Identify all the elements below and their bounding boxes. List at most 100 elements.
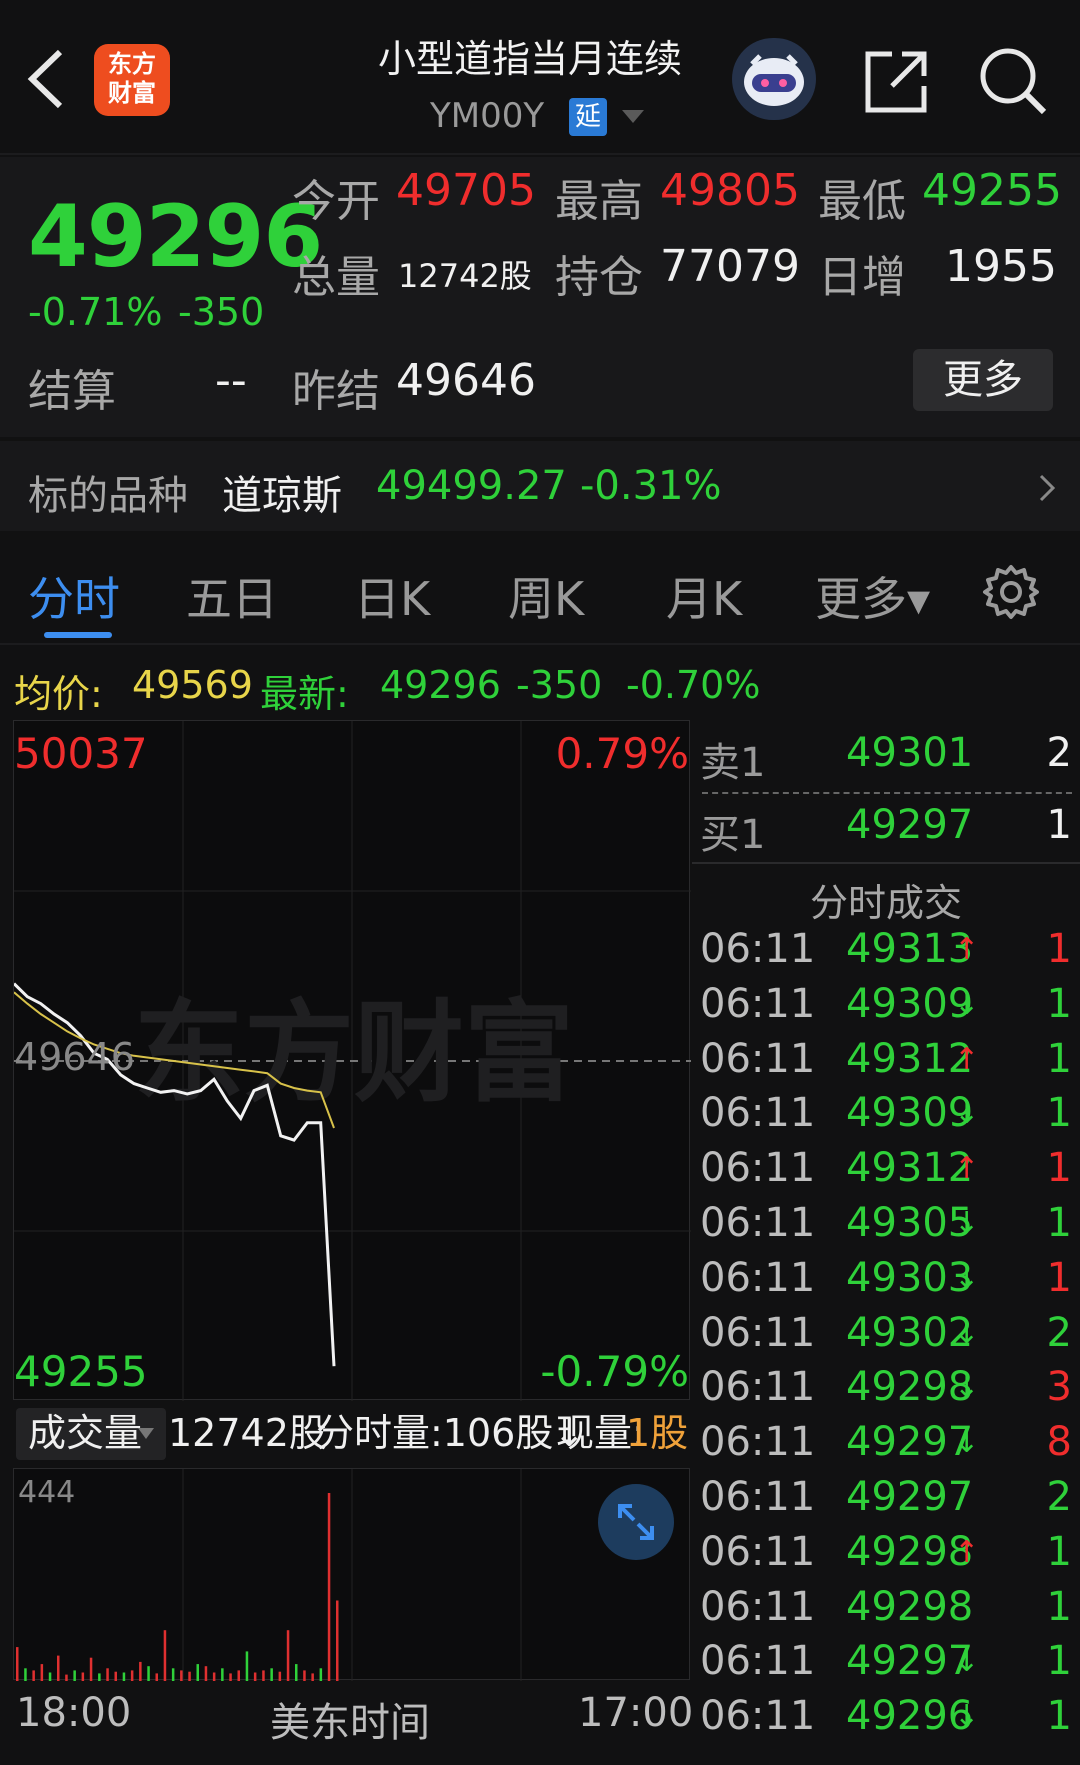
volume-bar [32, 1670, 35, 1681]
bid-price: 49297 [846, 802, 974, 848]
back-arrow-icon[interactable] [22, 44, 72, 114]
tick-qty: 2 [1046, 1474, 1072, 1520]
tick-qty: 2 [1046, 1309, 1072, 1356]
instrument-title: 小型道指当月连续 [377, 37, 682, 81]
app-logo[interactable]: 东方 财富 [94, 44, 170, 116]
volume-bar [180, 1670, 183, 1681]
settle-value: -- [215, 355, 247, 406]
tick-time: 06:11 [700, 1309, 816, 1356]
volume-bar [237, 1670, 240, 1681]
volume-bar [212, 1672, 216, 1681]
tick-volume: 分时量:106股↓ [316, 1411, 586, 1455]
volume-bar [295, 1664, 298, 1681]
volume-bar [270, 1668, 273, 1681]
underlying-name: 道琼斯 [222, 473, 342, 519]
down-arrow-icon: ↓ [954, 1370, 980, 1406]
tick-time: 06:11 [700, 1145, 816, 1192]
down-arrow-icon: ↓ [954, 1644, 980, 1680]
tick-row: 06:11 49297 2 [692, 1474, 1080, 1529]
tab-daily-k[interactable]: 日K [354, 563, 430, 629]
tick-time: 06:11 [700, 1200, 816, 1246]
tick-qty: 1 [1046, 1528, 1072, 1575]
tab-intraday[interactable]: 分时 [28, 563, 120, 629]
latest-percent: -0.70% [626, 663, 761, 707]
average-price-bar: 均价: 49569 最新: 49296 -350 -0.70% [0, 657, 1080, 719]
latest-label: 最新: [260, 672, 349, 716]
tick-qty: 1 [1046, 1035, 1072, 1082]
down-arrow-icon: ↓ [954, 1260, 980, 1296]
volume-bar [221, 1668, 224, 1681]
tick-row: 06:11 49297 ↓ 8 [692, 1419, 1080, 1474]
chevron-right-icon[interactable] [1035, 470, 1059, 506]
up-arrow-icon: ↑ [954, 932, 980, 967]
instrument-symbol[interactable]: YM00Y [430, 96, 544, 136]
down-arrow-icon: ↓ [954, 1699, 980, 1735]
volume-bar [48, 1672, 52, 1681]
tick-qty: 3 [1046, 1364, 1072, 1411]
volume-bar [196, 1664, 199, 1681]
intraday-chart[interactable]: 东方财富 50037 0.79% 49646 49255 -0.79% [13, 720, 691, 1401]
y-top-label: 50037 [14, 729, 148, 778]
tab-more[interactable]: 更多▾ [815, 563, 930, 629]
tab-weekly-k[interactable]: 周K [508, 563, 584, 629]
tick-row: 06:11 49309 ↓ 1 [692, 981, 1080, 1036]
volume-chart[interactable]: 444 [13, 1468, 690, 1681]
volume-bar [319, 1668, 323, 1681]
volume-bar [57, 1655, 60, 1681]
symbol-dropdown-icon[interactable] [622, 110, 644, 123]
volume-bar [130, 1670, 134, 1681]
down-arrow-icon: ↓ [954, 1096, 980, 1132]
bid-row: 买1 49297 1 [692, 792, 1080, 858]
volume-label: 总量 [292, 252, 380, 303]
expand-icon [618, 1504, 654, 1540]
prev-settle-label: 昨结 [292, 366, 380, 417]
delay-badge: 延 [569, 98, 607, 136]
volume-bar [73, 1670, 76, 1681]
up-arrow-icon: ↑ [954, 1151, 980, 1187]
indicator-select-label: 成交量 [28, 1411, 143, 1455]
daily-increase-label: 日增 [818, 252, 906, 303]
expand-chart-button[interactable] [598, 1484, 674, 1560]
time-end: 17:00 [578, 1690, 694, 1736]
robot-assistant-icon[interactable] [732, 38, 816, 120]
down-arrow-icon: ↓ [954, 1425, 980, 1461]
prev-settle-value: 49646 [396, 355, 536, 406]
ask-price: 49301 [846, 730, 974, 776]
volume-bar [286, 1630, 290, 1681]
tick-qty: 1 [1046, 1254, 1072, 1301]
tick-time: 06:11 [700, 1583, 816, 1630]
tick-price: 49298 [846, 1583, 974, 1630]
search-icon[interactable] [976, 44, 1050, 118]
tick-time: 06:11 [700, 926, 816, 972]
tick-qty: 1 [1046, 1200, 1072, 1246]
ask-row: 卖1 49301 2 [692, 720, 1080, 786]
tab-monthly-k[interactable]: 月K [666, 563, 742, 629]
volume-bar [89, 1657, 93, 1681]
share-icon[interactable] [862, 46, 932, 116]
tick-row: 06:11 49302 ↓ 2 [692, 1310, 1080, 1365]
open-label: 今开 [292, 176, 380, 227]
settle-label: 结算 [28, 366, 116, 417]
tick-row: 06:11 49305 ↓ 1 [692, 1200, 1080, 1255]
volume-value: 12742股 [398, 257, 532, 295]
active-tab-indicator [44, 632, 112, 638]
tab-five-day[interactable]: 五日 [186, 563, 278, 629]
avg-label: 均价: [14, 672, 103, 716]
gear-icon[interactable] [982, 563, 1040, 621]
low-value: 49255 [922, 165, 1062, 216]
indicator-dropdown-icon[interactable] [138, 1428, 154, 1440]
tick-time: 06:11 [700, 980, 816, 1027]
tick-qty: 1 [1046, 1583, 1072, 1630]
tick-qty: 1 [1046, 1145, 1072, 1192]
more-button[interactable]: 更多 [913, 349, 1053, 411]
tick-time: 06:11 [700, 1035, 816, 1082]
volume-bar [278, 1671, 282, 1681]
volume-bar [40, 1664, 44, 1681]
pct-top-label: 0.79% [555, 729, 689, 778]
volume-chart-canvas [16, 1469, 522, 1681]
time-start: 18:00 [16, 1690, 132, 1736]
volume-bar [24, 1668, 27, 1681]
underlying-row[interactable]: 标的品种 道琼斯 49499.27 -0.31% [0, 439, 1080, 531]
volume-bar [303, 1670, 306, 1681]
tick-time: 06:11 [700, 1090, 816, 1137]
